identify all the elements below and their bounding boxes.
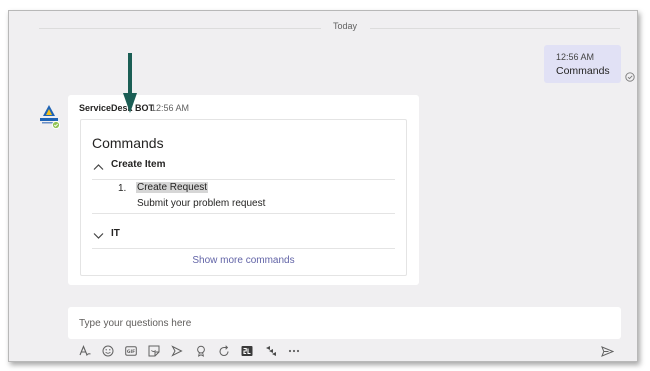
item-number: 1. [118, 183, 127, 194]
date-divider-line-right [370, 28, 620, 29]
chevron-up-icon [93, 164, 104, 170]
svg-text:GIF: GIF [127, 349, 135, 355]
commands-card: Commands Create Item 1. Create Request S… [80, 119, 407, 276]
annotation-arrow-icon [123, 53, 137, 113]
date-divider: Today [332, 21, 358, 31]
app-icon[interactable] [241, 345, 253, 357]
message-input[interactable] [68, 307, 621, 339]
section-create-item[interactable]: Create Item [92, 158, 395, 180]
outgoing-message[interactable]: 12:56 AM Commands [544, 45, 621, 83]
send-icon[interactable] [601, 346, 614, 357]
meet-now-icon[interactable] [171, 345, 183, 357]
outgoing-message-text: Commands [556, 65, 610, 77]
section-label-create-item: Create Item [111, 159, 166, 170]
section-label-it: IT [111, 228, 120, 239]
composer[interactable] [68, 307, 621, 339]
sticker-icon[interactable] [148, 345, 160, 357]
teams-chat-window: Today 12:56 AM Commands ServiceDesk BOT … [8, 10, 638, 362]
item-description: Submit your problem request [137, 198, 266, 209]
format-icon[interactable] [79, 345, 91, 357]
date-divider-line-left [39, 28, 321, 29]
bot-message: ServiceDesk BOT 12:56 AM Commands Create… [68, 95, 419, 285]
create-request-link[interactable]: Create Request [136, 182, 209, 193]
separator [92, 213, 395, 214]
praise-icon[interactable] [195, 345, 207, 357]
more-options-icon[interactable] [288, 345, 300, 357]
show-more-commands-button[interactable]: Show more commands [81, 255, 406, 266]
message-time: 12:56 AM [151, 103, 190, 113]
seen-check-icon [625, 72, 635, 82]
gif-icon[interactable]: GIF [125, 345, 137, 357]
sender-name[interactable]: ServiceDesk BOT [79, 103, 154, 113]
chevron-down-icon [93, 233, 104, 239]
stream-icon[interactable] [265, 345, 277, 357]
loop-icon[interactable] [218, 345, 230, 357]
emoji-icon[interactable] [102, 345, 114, 357]
bot-avatar[interactable] [38, 105, 60, 129]
card-title: Commands [92, 135, 164, 151]
section-it[interactable]: IT [92, 227, 395, 249]
outgoing-message-time: 12:56 AM [556, 52, 595, 62]
